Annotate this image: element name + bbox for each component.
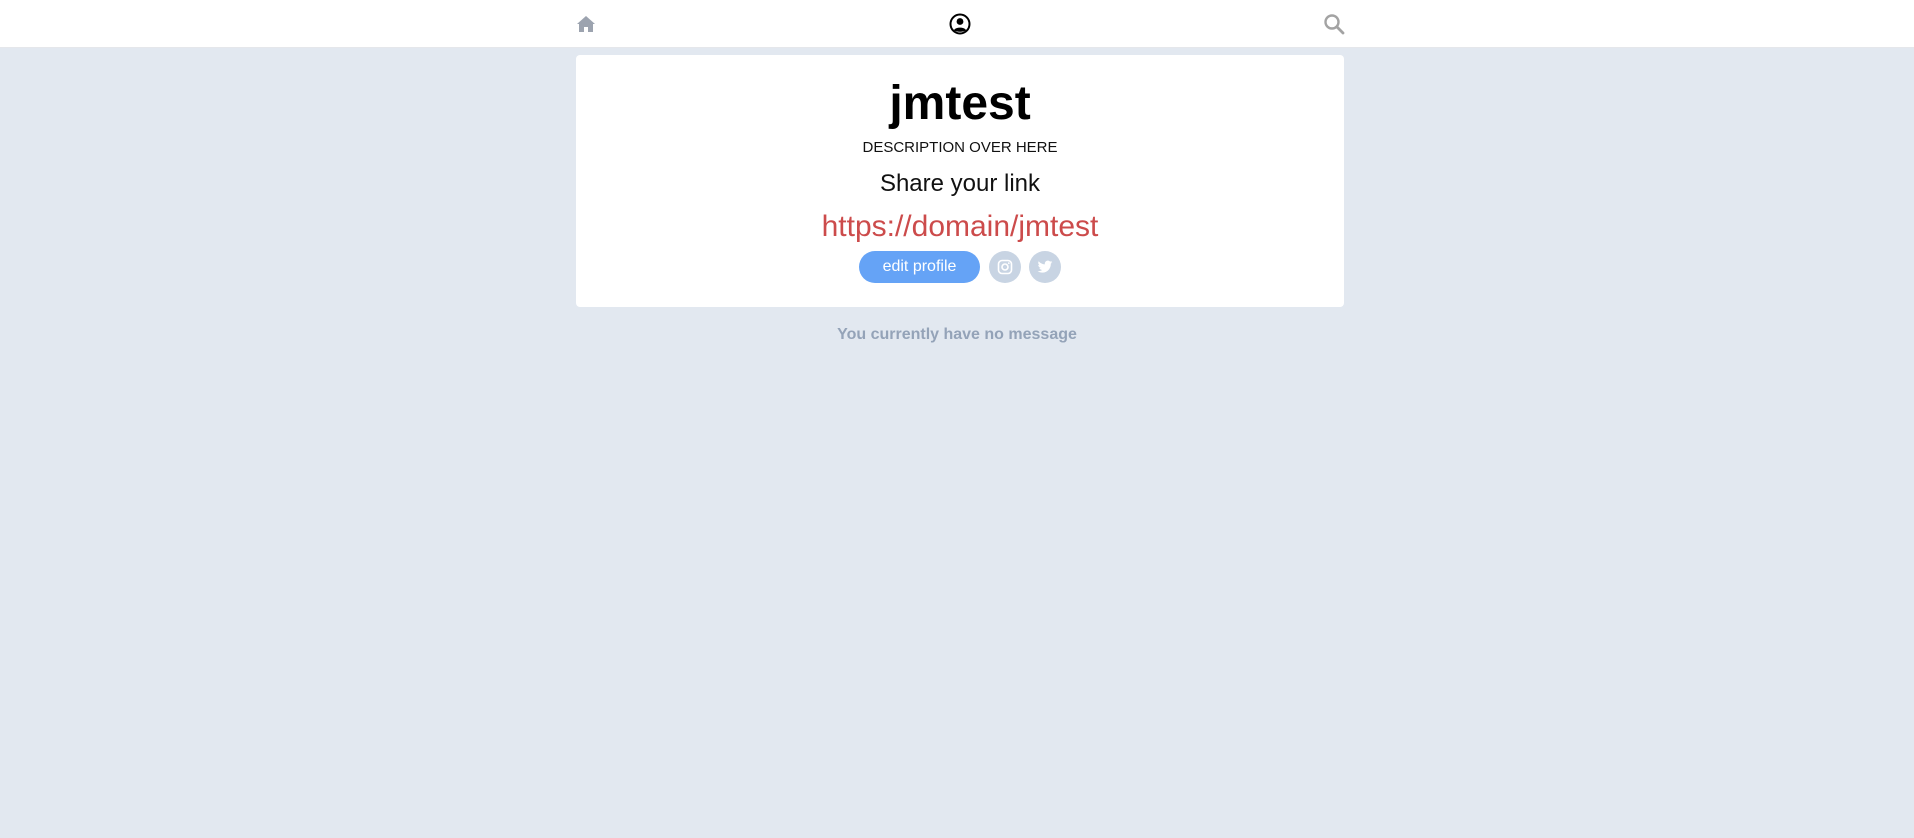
instagram-icon — [998, 259, 1013, 275]
share-link-url[interactable]: https://domain/jmtest — [576, 207, 1344, 246]
profile-username: jmtest — [889, 77, 1031, 130]
user-circle-icon[interactable] — [948, 12, 972, 36]
profile-card: jmtest DESCRIPTION OVER HERE Share your … — [576, 55, 1344, 307]
search-icon[interactable] — [1322, 12, 1346, 36]
profile-description: DESCRIPTION OVER HERE — [862, 139, 1058, 156]
top-navbar — [0, 0, 1914, 48]
home-icon[interactable] — [574, 12, 598, 36]
twitter-button[interactable] — [1029, 251, 1062, 283]
twitter-icon — [1038, 260, 1053, 273]
no-messages-text: You currently have no message — [837, 326, 1077, 343]
profile-actions: edit profile — [576, 251, 1344, 283]
share-link-label: Share your link — [879, 170, 1041, 197]
instagram-button[interactable] — [989, 251, 1022, 283]
edit-profile-button[interactable]: edit profile — [858, 251, 981, 283]
